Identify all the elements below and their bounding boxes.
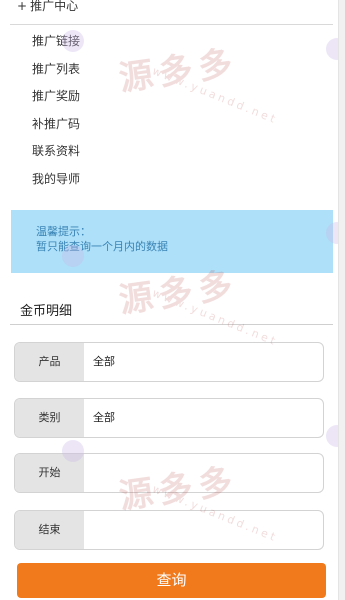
promo-center-header[interactable]: + 推广中心 <box>17 0 78 14</box>
product-label: 产品 <box>15 343 84 381</box>
end-label: 结束 <box>15 511 84 549</box>
divider <box>10 24 333 25</box>
notice-title: 温馨提示： <box>36 225 91 238</box>
promo-menu: 推广链接 推广列表 推广奖励 补推广码 联系资料 我的导师 <box>32 30 80 195</box>
divider <box>10 324 333 325</box>
category-select[interactable]: 类别 全部 <box>14 398 324 438</box>
menu-item-add-promo-code[interactable]: 补推广码 <box>32 113 80 141</box>
category-label: 类别 <box>15 399 84 437</box>
scrollbar[interactable] <box>338 0 345 600</box>
menu-item-promo-list[interactable]: 推广列表 <box>32 58 80 86</box>
watermark: 源多多 www.yuandd.net <box>117 40 282 127</box>
end-date-input[interactable] <box>85 511 321 549</box>
start-date-input[interactable] <box>85 454 321 492</box>
watermark-url: www.yuandd.net <box>150 286 280 349</box>
start-date-field[interactable]: 开始 <box>14 453 324 493</box>
product-select[interactable]: 产品 全部 <box>14 342 324 382</box>
watermark-url: www.yuandd.net <box>150 64 280 127</box>
page: + 推广中心 推广链接 推广列表 推广奖励 补推广码 联系资料 我的导师 温馨提示… <box>0 0 345 600</box>
notice-text: 暂只能查询一个月内的数据 <box>36 240 168 253</box>
search-button[interactable]: 查询 <box>17 563 326 598</box>
menu-item-promo-reward[interactable]: 推广奖励 <box>32 85 80 113</box>
category-value[interactable]: 全部 <box>93 399 115 437</box>
expand-plus-icon: + <box>17 0 28 13</box>
promo-center-title: 推广中心 <box>30 0 79 13</box>
start-label: 开始 <box>15 454 84 492</box>
coin-detail-title: 金币明细 <box>20 304 73 319</box>
product-value[interactable]: 全部 <box>93 343 115 381</box>
watermark-logo-text: 源多多 <box>116 42 241 100</box>
menu-item-my-mentor[interactable]: 我的导师 <box>32 168 80 196</box>
menu-item-contact-info[interactable]: 联系资料 <box>32 140 80 168</box>
notice-box: 温馨提示： 暂只能查询一个月内的数据 <box>11 210 333 273</box>
end-date-field[interactable]: 结束 <box>14 510 324 550</box>
menu-item-promo-link[interactable]: 推广链接 <box>32 30 80 58</box>
